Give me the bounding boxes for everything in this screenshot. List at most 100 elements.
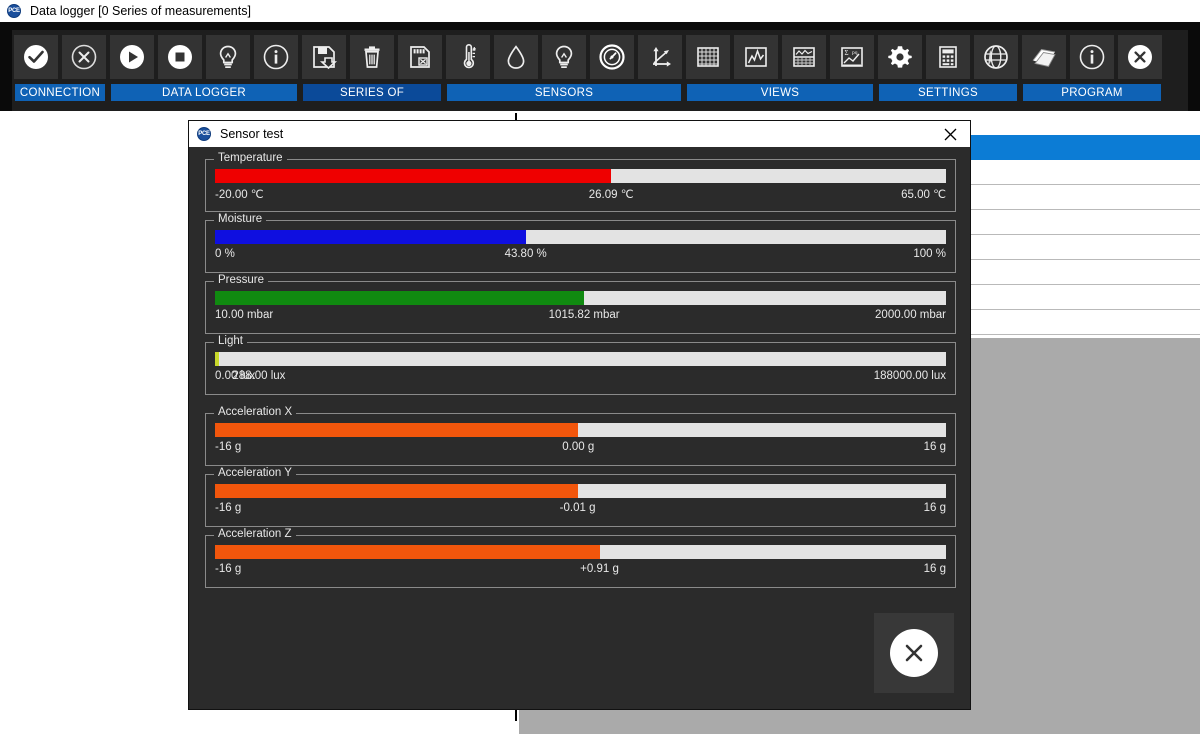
- ribbon-group-label-views: VIEWS: [687, 84, 873, 101]
- sensor-row-acceleration-x: Acceleration X -16 g 0.00 g 16 g: [205, 413, 956, 466]
- chart-view-button[interactable]: [734, 35, 778, 79]
- sensor-min-label: -16 g: [215, 563, 241, 575]
- acceleration-sensor-button[interactable]: [638, 35, 682, 79]
- dialog-body: Temperature -20.00 ℃ 26.09 ℃ 65.00 ℃ Moi…: [189, 147, 970, 709]
- play-circle-icon: [118, 43, 146, 71]
- about-button[interactable]: [1070, 35, 1114, 79]
- sensor-bar-labels: 10.00 mbar 1015.82 mbar 2000.00 mbar: [215, 309, 946, 329]
- sensor-current-label: 288.00 lux: [232, 370, 285, 382]
- save-series-button[interactable]: [302, 35, 346, 79]
- sensor-max-label: 16 g: [924, 502, 946, 514]
- combined-view-button[interactable]: [782, 35, 826, 79]
- sensor-bar-track: [215, 230, 946, 244]
- bulb-icon: [550, 43, 578, 71]
- ribbon-group-settings: SETTINGS: [876, 30, 1020, 101]
- info-circle-icon: [262, 43, 290, 71]
- svg-text:Σ: Σ: [845, 49, 849, 57]
- table-row[interactable]: [969, 235, 1200, 260]
- ribbon-group-data-logger: DATA LOGGER: [108, 30, 300, 101]
- table-row[interactable]: [969, 210, 1200, 235]
- line-chart-icon: [742, 43, 770, 71]
- chart-pane-placeholder-right: [960, 338, 1200, 734]
- preferences-button[interactable]: [878, 35, 922, 79]
- window-title: Data logger [0 Series of measurements]: [30, 4, 251, 18]
- table-row[interactable]: [969, 310, 1200, 335]
- sensor-min-label: 10.00 mbar: [215, 309, 273, 321]
- moisture-sensor-button[interactable]: [494, 35, 538, 79]
- pce-logo-icon: PCE: [197, 127, 211, 141]
- table-view-button[interactable]: [686, 35, 730, 79]
- table-row[interactable]: [969, 135, 1200, 160]
- statistics-view-button[interactable]: Σ pq: [830, 35, 874, 79]
- table-row[interactable]: [969, 285, 1200, 310]
- sensor-bar-fill: [215, 230, 526, 244]
- logger-info-button[interactable]: [254, 35, 298, 79]
- sensor-bar-track: [215, 352, 946, 366]
- table-row[interactable]: [969, 260, 1200, 285]
- dialog-close-button[interactable]: [930, 121, 970, 147]
- memory-card-icon: [406, 43, 434, 71]
- bulb-icon: [214, 43, 242, 71]
- sensor-current-label: 0.00 g: [562, 441, 594, 453]
- measurement-grid[interactable]: [969, 113, 1200, 360]
- window-titlebar: PCE Data logger [0 Series of measurement…: [0, 0, 1200, 22]
- sensor-bar-labels: -16 g -0.01 g 16 g: [215, 502, 946, 522]
- save-disk-icon: [310, 43, 338, 71]
- disconnect-button[interactable]: [62, 35, 106, 79]
- ribbon-group-views: Σ pq VIEWS: [684, 30, 876, 101]
- gear-icon: [886, 43, 914, 71]
- sensor-bar-labels: -20.00 ℃ 26.09 ℃ 65.00 ℃: [215, 187, 946, 207]
- sensor-row-acceleration-y: Acceleration Y -16 g -0.01 g 16 g: [205, 474, 956, 527]
- book-icon: [1030, 43, 1058, 71]
- ribbon-group-sensors: SENSORS: [444, 30, 684, 101]
- logger-lamp-button[interactable]: [206, 35, 250, 79]
- sensor-row-light: Light 0.00 lux 288.00 lux 188000.00 lux: [205, 342, 956, 395]
- sensor-bar-labels: -16 g +0.91 g 16 g: [215, 563, 946, 583]
- table-row[interactable]: [969, 113, 1200, 135]
- dialog-close-large-button[interactable]: [874, 613, 954, 693]
- temperature-sensor-button[interactable]: [446, 35, 490, 79]
- sensor-max-label: 100 %: [913, 248, 946, 260]
- exit-button[interactable]: [1118, 35, 1162, 79]
- ribbon-group-label-data-logger: DATA LOGGER: [111, 84, 297, 101]
- sensor-current-label: 1015.82 mbar: [549, 309, 620, 321]
- light-sensor-button[interactable]: [542, 35, 586, 79]
- sensor-current-label: 26.09 ℃: [589, 187, 634, 201]
- sensor-row-pressure: Pressure 10.00 mbar 1015.82 mbar 2000.00…: [205, 281, 956, 334]
- thermometer-icon: [454, 43, 482, 71]
- sensor-bar-track: [215, 423, 946, 437]
- trash-icon: [358, 43, 386, 71]
- delete-series-button[interactable]: [350, 35, 394, 79]
- sensor-min-label: -20.00 ℃: [215, 187, 264, 201]
- axes-arrows-icon: [646, 43, 674, 71]
- manual-button[interactable]: [1022, 35, 1066, 79]
- stop-logging-button[interactable]: [158, 35, 202, 79]
- ribbon-group-connection: CONNECTION: [12, 30, 108, 101]
- ribbon-group-label-series-of: SERIES OF: [303, 84, 441, 101]
- sensor-legend: Acceleration X: [214, 406, 296, 418]
- dialog-title: Sensor test: [220, 127, 930, 141]
- language-button[interactable]: [974, 35, 1018, 79]
- x-circle-icon: [1126, 43, 1154, 71]
- application-window: PCE Data logger [0 Series of measurement…: [0, 0, 1200, 734]
- sensor-row-acceleration-z: Acceleration Z -16 g +0.91 g 16 g: [205, 535, 956, 588]
- sensor-test-dialog: PCE Sensor test Temperature -20.00 ℃ 26.…: [189, 121, 970, 709]
- sensor-bar-track: [215, 169, 946, 183]
- sensor-min-label: 0 %: [215, 248, 235, 260]
- calculator-icon: [934, 43, 962, 71]
- start-logging-button[interactable]: [110, 35, 154, 79]
- memory-card-button[interactable]: [398, 35, 442, 79]
- pressure-sensor-button[interactable]: [590, 35, 634, 79]
- sensor-legend: Moisture: [214, 213, 266, 225]
- sensor-max-label: 16 g: [924, 441, 946, 453]
- x-glyph-icon: [899, 638, 929, 668]
- table-row[interactable]: [969, 185, 1200, 210]
- connect-button[interactable]: [14, 35, 58, 79]
- x-circle-icon: [890, 629, 938, 677]
- sensor-max-label: 2000.00 mbar: [875, 309, 946, 321]
- table-row[interactable]: [969, 160, 1200, 185]
- calculator-button[interactable]: [926, 35, 970, 79]
- sensor-legend: Acceleration Y: [214, 467, 296, 479]
- ribbon-group-label-sensors: SENSORS: [447, 84, 681, 101]
- sensor-min-label: -16 g: [215, 441, 241, 453]
